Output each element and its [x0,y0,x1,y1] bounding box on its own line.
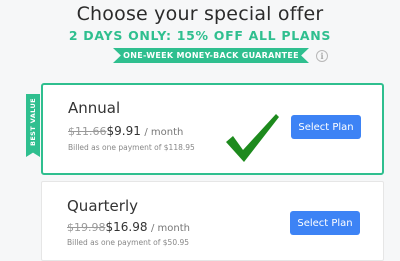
plan-card-annual[interactable]: Annual $11.66$9.91 / month Billed as one… [41,83,384,175]
select-plan-button-quarterly[interactable]: Select Plan [290,211,360,235]
discount-price: $16.98 [105,220,148,234]
billing-note: Billed as one payment of $50.95 [67,238,190,247]
checkmark-icon [226,114,279,162]
select-plan-button-annual[interactable]: Select Plan [291,115,361,139]
guarantee-label: ONE-WEEK MONEY-BACK GUARANTEE [123,51,299,60]
best-value-label: BEST VALUE [29,97,37,146]
price-row: $11.66$9.91 / month [68,124,183,138]
original-price: $11.66 [68,125,107,138]
price-period: / month [151,223,191,234]
info-icon[interactable]: i [316,50,328,62]
discount-price: $9.91 [106,124,141,138]
guarantee-ribbon: ONE-WEEK MONEY-BACK GUARANTEE [113,48,309,63]
page-title: Choose your special offer [76,3,324,25]
billing-note: Billed as one payment of $118.95 [68,143,195,152]
plan-name: Quarterly [67,197,138,215]
plan-card-quarterly[interactable]: Quarterly $19.98$16.98 / month Billed as… [41,181,384,261]
original-price: $19.98 [67,221,106,234]
price-row: $19.98$16.98 / month [67,220,190,234]
plan-name: Annual [68,99,121,117]
best-value-badge: BEST VALUE [26,94,40,157]
offer-subtitle: 2 DAYS ONLY: 15% OFF ALL PLANS [68,28,332,43]
price-period: / month [144,127,184,138]
